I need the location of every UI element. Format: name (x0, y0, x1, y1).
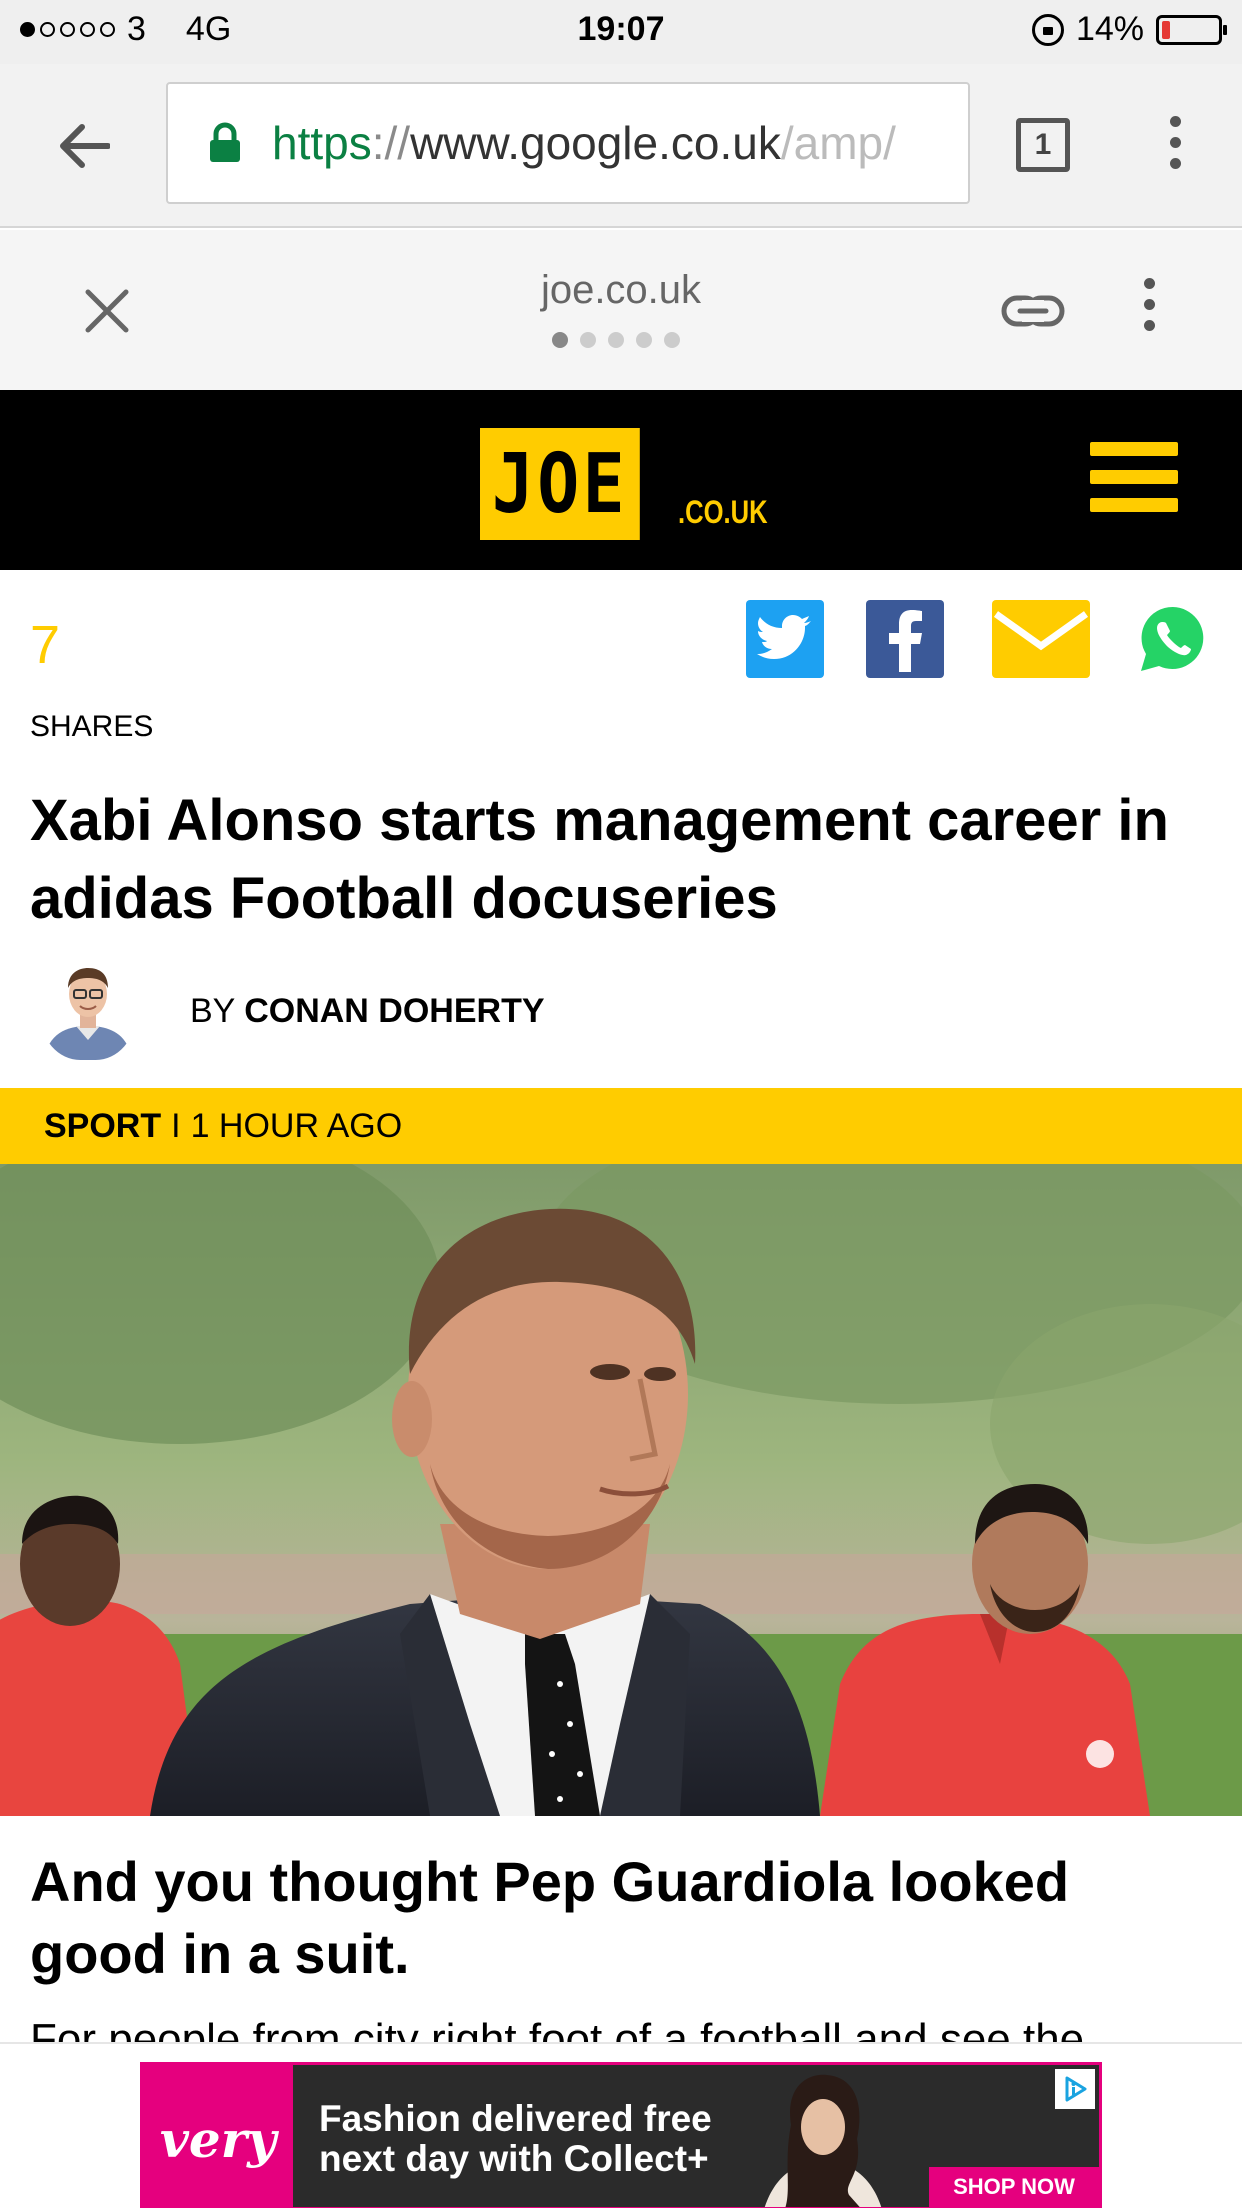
article-headline: Xabi Alonso starts management career in … (30, 788, 1169, 931)
byline: BY CONAN DOHERTY (190, 992, 545, 1031)
link-icon[interactable] (1000, 286, 1066, 336)
tab-count: 1 (1034, 128, 1052, 161)
hero-photo (0, 1164, 1242, 1816)
ad-line-1: Fashion delivered free (319, 2098, 712, 2139)
author-name[interactable]: CONAN DOHERTY (244, 992, 544, 1030)
ad-line-2: next day with Collect+ (319, 2138, 709, 2179)
twitter-share-button[interactable] (746, 600, 824, 678)
status-bar: 3 4G 19:07 14% (0, 0, 1242, 64)
ad-model-image (764, 2074, 882, 2207)
battery-level (1162, 20, 1170, 39)
banner-ad[interactable]: very Fashion delivered free next day wit… (140, 2062, 1102, 2208)
logo-suffix: .CO.UK (678, 494, 768, 530)
facebook-share-button[interactable] (866, 600, 944, 678)
ad-shop-now-button[interactable]: SHOP NOW (929, 2167, 1099, 2207)
tab-switcher-button[interactable]: 1 (1016, 118, 1070, 172)
ad-headline: Fashion delivered free next day with Col… (319, 2099, 712, 2179)
adchoices-icon[interactable] (1055, 2069, 1095, 2109)
email-share-button[interactable] (992, 600, 1090, 678)
shares-label: SHARES (30, 710, 154, 743)
category-link[interactable]: SPORT (44, 1107, 161, 1146)
hamburger-menu-icon[interactable] (1090, 442, 1178, 512)
browser-toolbar: https://www.google.co.uk/amp/ 1 (0, 64, 1242, 228)
url-text[interactable]: https://www.google.co.uk/amp/ (272, 116, 896, 170)
adchoices-glyph (1065, 2076, 1087, 2102)
page-dot (636, 332, 652, 348)
status-right: 14% (1031, 10, 1227, 49)
page-dot (580, 332, 596, 348)
category-separator: I (171, 1106, 181, 1145)
rotation-lock-icon (1031, 13, 1064, 46)
facebook-icon (889, 610, 922, 672)
lock-icon (210, 122, 240, 162)
author-avatar[interactable] (40, 950, 136, 1060)
share-count: 7 (30, 615, 61, 675)
amp-page-indicator (552, 332, 680, 348)
article-subheadline: And you thought Pep Guardiola looked goo… (30, 1850, 1070, 1985)
url-host: www.google.co.uk (410, 117, 781, 169)
page-dot (664, 332, 680, 348)
article-body-partial: For people from city right foot of a foo… (30, 2015, 1085, 2042)
twitter-icon (757, 615, 811, 659)
page-dot (608, 332, 624, 348)
ad-container: very Fashion delivered free next day wit… (0, 2042, 1242, 2208)
logo-text: JOE (491, 436, 628, 532)
category-bar: SPORT I 1 HOUR AGO (0, 1088, 1242, 1164)
back-button[interactable] (52, 114, 116, 178)
url-separator: :// (371, 117, 411, 169)
author-photo (40, 950, 136, 1060)
whatsapp-icon (1141, 606, 1204, 671)
ad-brand-logo: very (143, 2065, 293, 2207)
amp-menu-icon[interactable] (1144, 278, 1155, 331)
article-hero-image (0, 1164, 1242, 1816)
battery-percent: 14% (1075, 10, 1144, 48)
overflow-menu-icon[interactable] (1170, 116, 1181, 169)
site-logo[interactable]: JOE (480, 428, 640, 540)
page-dot (552, 332, 568, 348)
whatsapp-share-button[interactable] (1136, 600, 1210, 678)
battery-icon (1156, 14, 1227, 45)
posted-time: 1 HOUR AGO (190, 1106, 403, 1145)
amp-viewer-header: joe.co.uk (0, 230, 1242, 390)
back-arrow-icon (60, 124, 110, 168)
url-path: /amp/ (780, 117, 896, 169)
email-icon (993, 611, 1089, 651)
site-header: JOE .CO.UK (0, 390, 1242, 570)
byline-prefix: BY (190, 992, 235, 1030)
address-bar[interactable]: https://www.google.co.uk/amp/ (166, 82, 970, 204)
url-scheme: https (272, 117, 372, 169)
